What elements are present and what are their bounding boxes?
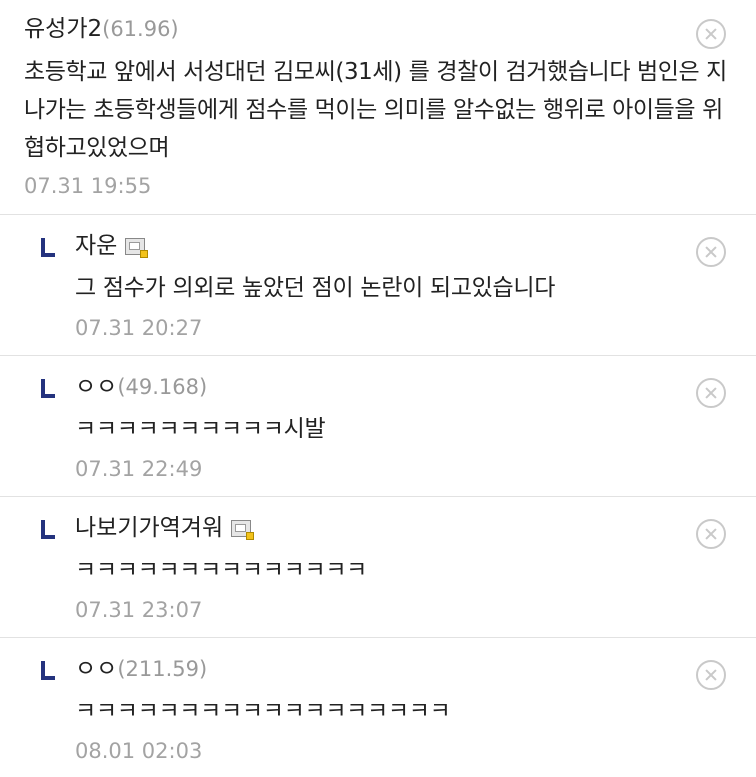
- gallery-member-icon: [125, 237, 149, 258]
- reply-text: 그 점수가 의외로 높았던 점이 논란이 되고있습니다: [75, 275, 556, 301]
- reply-arrow-icon: [41, 379, 55, 398]
- reply-item: 자운 그 점수가 의외로 높았던 점이 논란이 되고있습니다 07.31 20:…: [0, 215, 756, 356]
- author-nickname[interactable]: ㅇㅇ: [75, 652, 117, 686]
- author-nickname[interactable]: 나보기가역겨워: [75, 511, 223, 545]
- reply-arrow-icon: [41, 520, 55, 539]
- close-circle-icon[interactable]: [696, 519, 726, 549]
- close-circle-icon[interactable]: [696, 237, 726, 267]
- comment-date: 07.31 19:55: [24, 174, 152, 198]
- reply-text: ㅋㅋㅋㅋㅋㅋㅋㅋㅋㅋ시발: [75, 416, 326, 442]
- close-circle-icon[interactable]: [696, 378, 726, 408]
- reply-item: ㅇㅇ (49.168) ㅋㅋㅋㅋㅋㅋㅋㅋㅋㅋ시발 07.31 22:49: [0, 356, 756, 497]
- reply-item: ㅇㅇ (211.59) ㅋㅋㅋㅋㅋㅋㅋㅋㅋㅋㅋㅋㅋㅋㅋㅋㅋㅋ 08.01 02:0…: [0, 638, 756, 777]
- reply-text: ㅋㅋㅋㅋㅋㅋㅋㅋㅋㅋㅋㅋㅋㅋ: [75, 557, 368, 583]
- comment-author: 유성가2(61.96): [24, 12, 179, 46]
- reply-item: 나보기가역겨워 ㅋㅋㅋㅋㅋㅋㅋㅋㅋㅋㅋㅋㅋㅋ 07.31 23:07: [0, 497, 756, 638]
- reply-arrow-icon: [41, 661, 55, 680]
- comment-text: 초등학교 앞에서 서성대던 김모씨(31세) 를 경찰이 검거했습니다 범인은 …: [24, 59, 727, 161]
- author-nickname[interactable]: 자운: [75, 229, 117, 263]
- reply-author: 자운: [75, 229, 149, 263]
- comment-item: 유성가2(61.96) 초등학교 앞에서 서성대던 김모씨(31세) 를 경찰이…: [0, 0, 756, 215]
- close-circle-icon[interactable]: [696, 19, 726, 49]
- author-ip: (49.168): [117, 375, 208, 399]
- reply-arrow-icon: [41, 238, 55, 257]
- reply-date: 07.31 23:07: [75, 598, 203, 622]
- reply-date: 07.31 20:27: [75, 316, 203, 340]
- reply-text: ㅋㅋㅋㅋㅋㅋㅋㅋㅋㅋㅋㅋㅋㅋㅋㅋㅋㅋ: [75, 698, 451, 724]
- close-circle-icon[interactable]: [696, 660, 726, 690]
- gallery-member-icon: [231, 519, 255, 540]
- reply-author: 나보기가역겨워: [75, 511, 255, 545]
- reply-author: ㅇㅇ (49.168): [75, 370, 207, 404]
- author-nickname[interactable]: 유성가2: [24, 16, 102, 42]
- reply-date: 08.01 02:03: [75, 739, 203, 763]
- author-ip: (211.59): [117, 657, 208, 681]
- author-ip: (61.96): [102, 17, 179, 41]
- reply-author: ㅇㅇ (211.59): [75, 652, 207, 686]
- reply-date: 07.31 22:49: [75, 457, 203, 481]
- comment-thread: 유성가2(61.96) 초등학교 앞에서 서성대던 김모씨(31세) 를 경찰이…: [0, 0, 756, 777]
- author-nickname[interactable]: ㅇㅇ: [75, 370, 117, 404]
